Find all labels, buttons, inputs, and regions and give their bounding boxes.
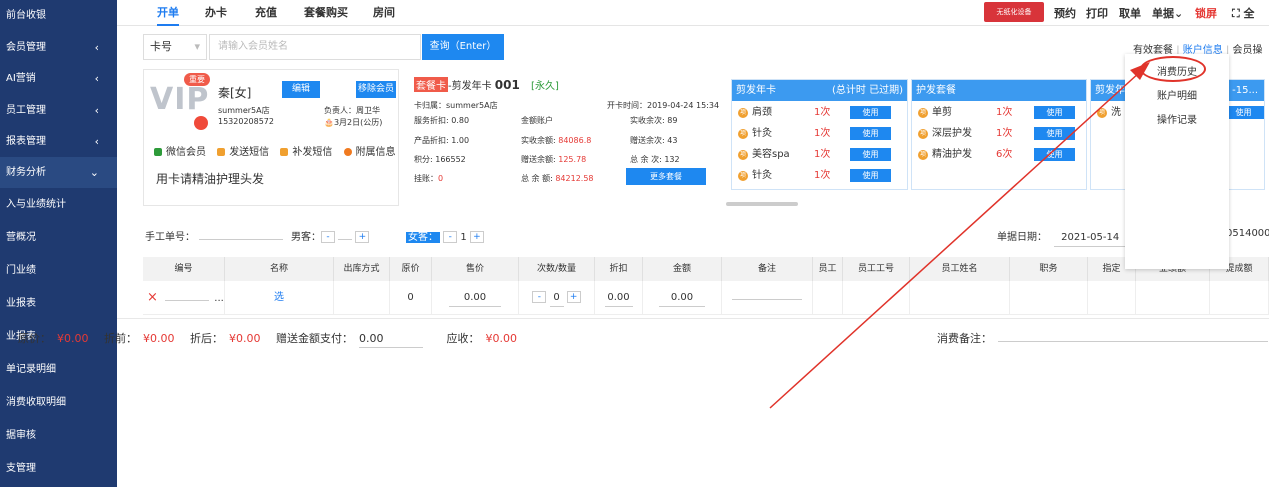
annotation-arrow: [769, 62, 1150, 409]
